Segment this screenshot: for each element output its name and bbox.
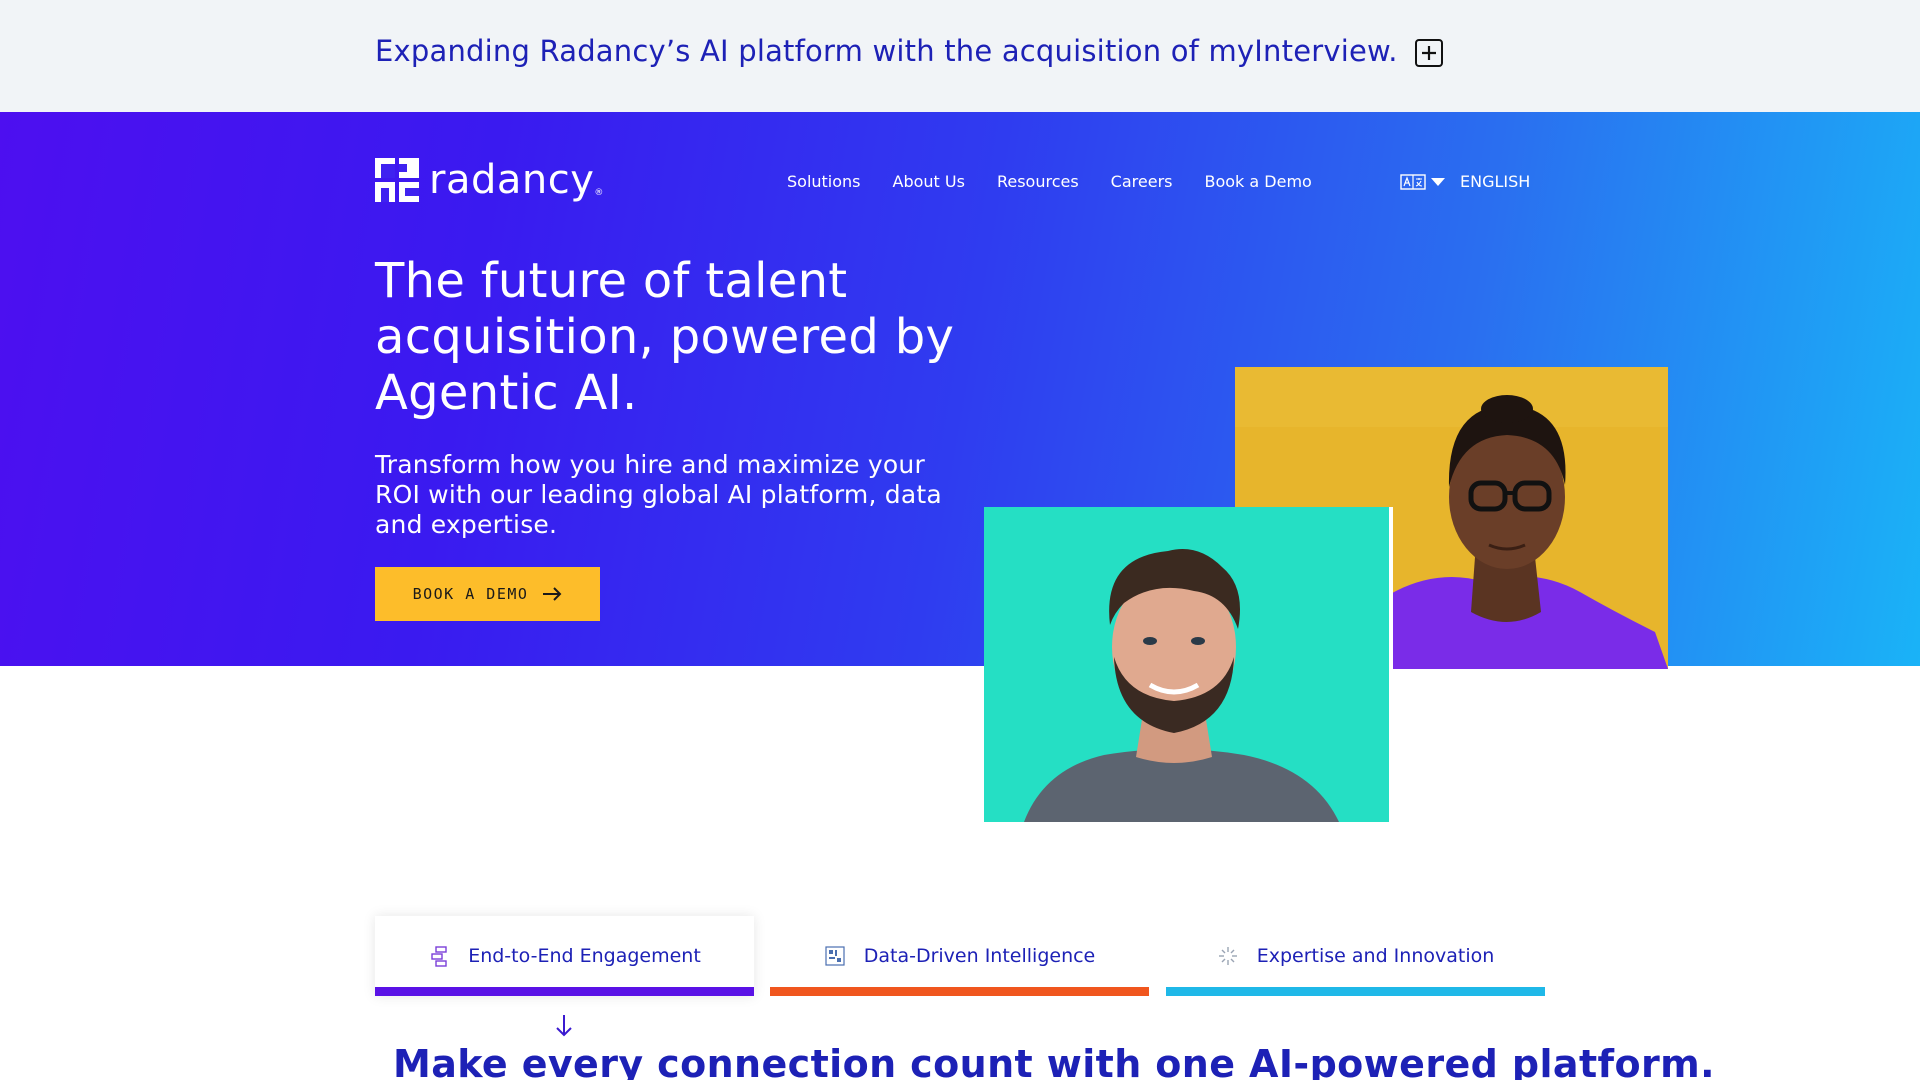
language-label: ENGLISH — [1460, 172, 1531, 191]
nav-item-careers[interactable]: Careers — [1111, 172, 1173, 191]
hero-headline: The future of talent acquisition, powere… — [375, 253, 955, 421]
cta-label: BOOK A DEMO — [412, 585, 529, 603]
language-selector[interactable]: ENGLISH — [1400, 172, 1530, 191]
chevron-down-icon — [1431, 177, 1445, 186]
tab-indicator-bar — [1166, 987, 1545, 996]
tab-label: Expertise and Innovation — [1256, 945, 1495, 967]
section-title: Make every connection count with one AI-… — [393, 1042, 1715, 1080]
translate-icon — [1400, 173, 1446, 190]
arrow-right-icon — [543, 587, 562, 601]
nav-item-about-us[interactable]: About Us — [893, 172, 965, 191]
nav-item-book-a-demo[interactable]: Book a Demo — [1204, 172, 1311, 191]
tab-indicator-bar — [375, 987, 754, 996]
tab-end-to-end-engagement[interactable]: End-to-End Engagement — [375, 916, 754, 996]
radancy-logo-mark-icon — [375, 158, 419, 202]
logo-wordmark: radancy — [429, 157, 595, 203]
radancy-logo[interactable]: radancy ® — [375, 158, 603, 202]
sparkle-burst-icon — [1218, 947, 1237, 965]
nav-item-resources[interactable]: Resources — [997, 172, 1079, 191]
tab-expertise-and-innovation[interactable]: Expertise and Innovation — [1166, 916, 1545, 996]
tab-indicator-bar — [770, 987, 1149, 996]
registered-mark: ® — [594, 188, 604, 198]
feature-tabs: End-to-End Engagement Data-Driven Intell… — [375, 916, 1545, 996]
tab-label: Data-Driven Intelligence — [863, 945, 1096, 967]
book-a-demo-button[interactable]: BOOK A DEMO — [375, 567, 600, 621]
announcement-text: Expanding Radancy’s AI platform with the… — [375, 34, 1398, 68]
hero-photo-man — [984, 507, 1389, 822]
nav-item-solutions[interactable]: Solutions — [787, 172, 861, 191]
main-nav: Solutions About Us Resources Careers Boo… — [787, 172, 1312, 191]
flow-blocks-icon — [431, 946, 447, 967]
arrow-down-icon — [556, 1015, 572, 1037]
tab-data-driven-intelligence[interactable]: Data-Driven Intelligence — [770, 916, 1149, 996]
hero-subhead: Transform how you hire and maximize your… — [375, 450, 942, 539]
plus-square-icon[interactable] — [1415, 39, 1443, 67]
announcement-bar: Expanding Radancy’s AI platform with the… — [0, 0, 1920, 112]
tab-label: End-to-End Engagement — [468, 945, 701, 967]
data-grid-icon — [825, 946, 845, 966]
